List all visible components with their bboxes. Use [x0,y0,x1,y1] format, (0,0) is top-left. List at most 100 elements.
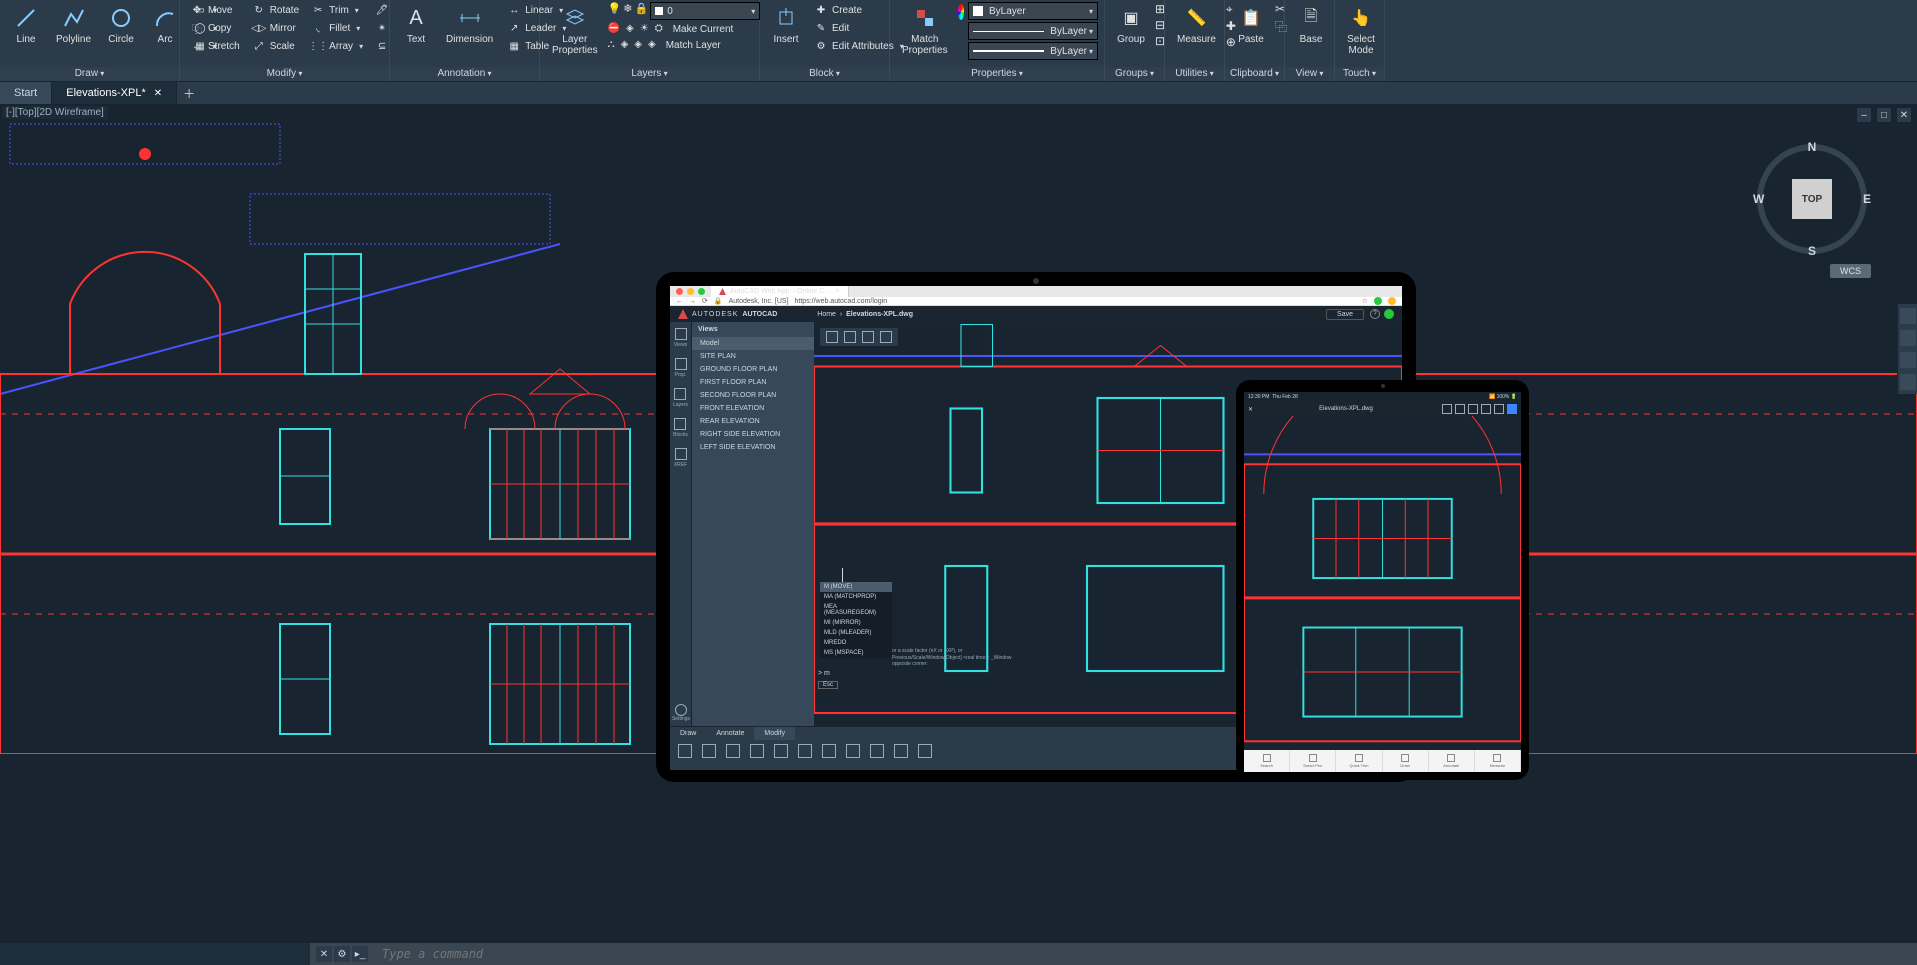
macos-minimize-icon[interactable] [687,288,694,295]
pan-icon[interactable] [862,331,874,343]
autocomplete-item[interactable]: MI (MIRROR) [820,618,892,628]
ext-icon-1[interactable] [1374,297,1382,305]
viewcube-face[interactable]: TOP [1792,179,1832,219]
wcs-badge[interactable]: WCS [1830,264,1871,278]
nav-wheel-icon[interactable] [1900,308,1916,324]
layer-iso-icon[interactable]: ◈ [626,23,634,36]
view-item[interactable]: RIGHT SIDE ELEVATION [692,428,814,441]
esc-key[interactable]: Esc [818,681,838,689]
color-combo[interactable]: ByLayer▾ [968,2,1098,20]
sidebar-prop[interactable]: Prop. [675,358,687,378]
circle-tool[interactable]: Circle [101,2,141,47]
tablet-measure[interactable]: Measure [1475,750,1521,772]
web-copy-icon[interactable] [894,744,908,758]
tablet-canvas[interactable] [1244,416,1521,750]
view-item[interactable]: REAR ELEVATION [692,415,814,428]
group-button[interactable]: ▣ Group [1111,2,1151,47]
panel-title-touch[interactable]: Touch [1335,67,1384,81]
view-item[interactable]: Model [692,337,814,350]
rotate-tool[interactable]: ↻Rotate [248,2,303,18]
close-tab-icon[interactable]: ✕ [154,88,162,99]
panel-title-modify[interactable]: Modify [180,67,389,81]
sidebar-xref[interactable]: XREF [674,448,687,468]
view-item[interactable]: FRONT ELEVATION [692,402,814,415]
breadcrumb-home[interactable]: Home [817,311,836,318]
polyline-tool[interactable]: Polyline [50,2,97,47]
panel-title-block[interactable]: Block [760,67,889,81]
tablet-layers-icon[interactable] [1468,404,1478,414]
panel-title-annotation[interactable]: Annotation [390,67,539,81]
lineweight-combo[interactable]: ByLayer▾ [968,22,1098,40]
sidebar-views[interactable]: Views [674,328,687,348]
layer-lock-icon[interactable]: 🔒 [635,2,649,20]
group-opt1-icon[interactable]: ⊞ [1155,2,1165,16]
webapp-command-line[interactable]: > m Esc [818,670,838,689]
text-tool[interactable]: A Text [396,2,436,47]
viewcube-east[interactable]: E [1863,192,1871,206]
sidebar-layers[interactable]: Layers [673,388,688,408]
tablet-more-icon[interactable] [1494,404,1504,414]
group-opt3-icon[interactable]: ⊡ [1155,34,1165,48]
array-tool[interactable]: ⋮⋮Array▾ [307,38,367,54]
layer-misc4-icon[interactable]: ◈ [648,39,656,52]
sidebar-blocks[interactable]: Blocks [673,418,688,438]
bottom-tab-draw[interactable]: Draw [670,727,706,740]
web-redo-icon[interactable] [870,744,884,758]
cmdline-close-icon[interactable]: ✕ [316,946,332,962]
web-trim-icon[interactable] [726,744,740,758]
web-erase-icon[interactable] [822,744,836,758]
breadcrumb-file[interactable]: Elevations-XPL.dwg [846,311,913,318]
autocomplete-item[interactable]: MS (MSPACE) [820,648,892,658]
panel-title-draw[interactable]: Draw [0,67,179,81]
sidebar-settings[interactable]: Settings [670,700,692,726]
ext-icon-2[interactable] [1388,297,1396,305]
panel-title-view[interactable]: View [1285,67,1334,81]
viewcube-south[interactable]: S [1808,244,1816,258]
view-item[interactable]: GROUND FLOOR PLAN [692,363,814,376]
layer-off-icon[interactable]: ⛔ [608,23,620,36]
tablet-share-icon[interactable] [1481,404,1491,414]
avatar[interactable] [1384,309,1394,319]
make-current-button[interactable]: Make Current [669,23,738,36]
web-paste-icon[interactable] [918,744,932,758]
autocomplete-item[interactable]: MA (MATCHPROP) [820,592,892,602]
cmdline-customize-icon[interactable]: ⚙ [334,946,350,962]
view-item[interactable]: FIRST FLOOR PLAN [692,376,814,389]
browser-tab[interactable]: AutoCAD Web App – Online C… × [711,286,849,297]
bookmark-icon[interactable]: ☆ [1362,297,1368,305]
tab-close-icon[interactable]: × [835,288,839,295]
url-field[interactable]: https://web.autocad.com/login [795,298,1356,305]
layer-freeze-icon[interactable]: ❄ [623,2,632,20]
match-properties-button[interactable]: Match Properties [896,2,954,58]
zoom-extents-icon[interactable] [880,331,892,343]
browser-reload-icon[interactable]: ⟳ [702,297,708,305]
tablet-quicktrim[interactable]: Quick Trim [1336,750,1382,772]
copy-tool[interactable]: ⿻Copy [186,20,244,36]
bottom-tab-modify[interactable]: Modify [754,727,795,740]
save-button[interactable]: Save [1326,309,1364,320]
select-mode-button[interactable]: 👆 Select Mode [1341,2,1381,58]
layer-properties-button[interactable]: Layer Properties [546,2,604,58]
viewcube[interactable]: TOP N S E W [1757,144,1867,254]
fillet-tool[interactable]: ◟Fillet▾ [307,20,367,36]
web-rotate-icon[interactable] [702,744,716,758]
add-tab-button[interactable]: ＋ [177,85,201,102]
line-tool[interactable]: Line [6,2,46,47]
bottom-tab-annotate[interactable]: Annotate [706,727,754,740]
browser-forward-icon[interactable]: → [689,298,696,305]
linetype-combo[interactable]: ByLayer▾ [968,42,1098,60]
base-button[interactable]: 🗎 Base [1291,2,1331,47]
command-input[interactable] [374,947,1917,961]
measure-button[interactable]: 📏 Measure [1171,2,1222,47]
paste-button[interactable]: 📋 Paste [1231,2,1271,47]
macos-close-icon[interactable] [676,288,683,295]
tablet-search[interactable]: Search [1244,750,1290,772]
stretch-tool[interactable]: ↔Stretch [186,38,244,54]
tablet-redo-icon[interactable] [1455,404,1465,414]
nav-zoom-icon[interactable] [1900,352,1916,368]
web-offset-icon[interactable] [750,744,764,758]
trim-tool[interactable]: ✂Trim▾ [307,2,367,18]
site-lock-icon[interactable]: 🔒 [714,297,723,305]
viewcube-west[interactable]: W [1753,192,1764,206]
mirror-tool[interactable]: ◁▷Mirror [248,20,303,36]
